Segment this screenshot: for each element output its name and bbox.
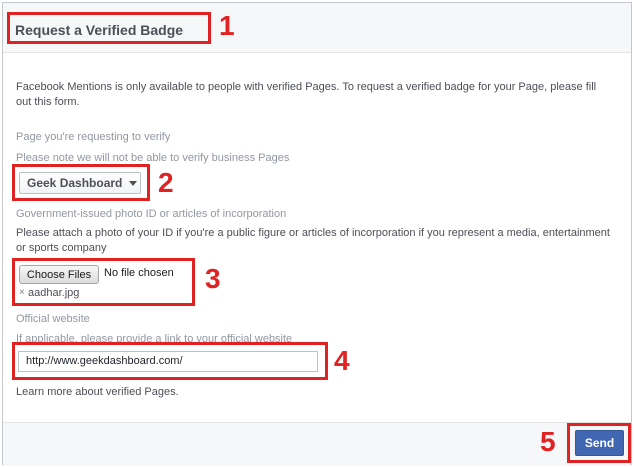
page-section-heading: Page you're requesting to verify [16, 131, 171, 143]
website-section-note: If applicable, please provide a link to … [16, 333, 293, 342]
website-section-heading: Official website [16, 313, 90, 325]
id-section-note: Please attach a photo of your ID if you'… [16, 227, 610, 254]
annotation-box-5 [567, 423, 631, 463]
annotation-box-4 [12, 342, 328, 380]
annotation-box-3 [12, 258, 195, 306]
learn-more-link[interactable]: Learn more about verified Pages. [16, 385, 179, 400]
annotation-number-1: 1 [219, 10, 235, 41]
annotation-box-1 [7, 12, 211, 44]
annotation-box-2 [12, 164, 150, 201]
intro-text: Facebook Mentions is only available to p… [16, 81, 597, 108]
annotation-number-2: 2 [158, 167, 174, 198]
annotation-number-4: 4 [334, 345, 350, 376]
annotation-number-3: 3 [205, 263, 221, 294]
dialog-footer [3, 422, 631, 466]
id-section-heading: Government-issued photo ID or articles o… [16, 208, 287, 220]
annotation-number-5: 5 [540, 426, 556, 457]
